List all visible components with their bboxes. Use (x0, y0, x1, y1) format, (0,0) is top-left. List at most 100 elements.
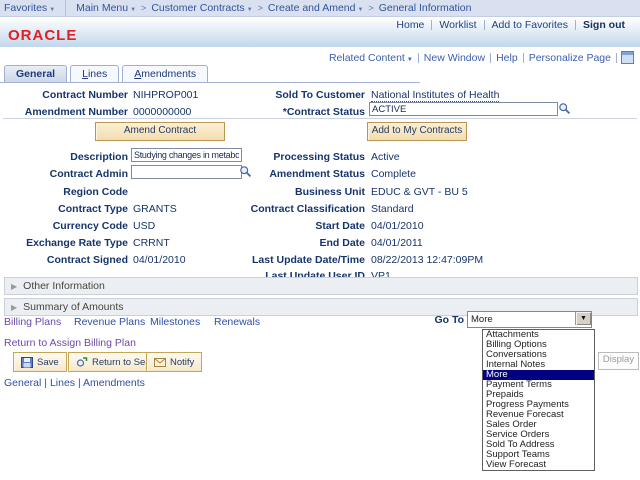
amendment-number-label: Amendment Number (0, 106, 128, 118)
contract-admin-input[interactable] (131, 165, 242, 179)
region-code-label: Region Code (0, 186, 128, 198)
tab-general[interactable]: General (4, 65, 67, 82)
breadcrumb-current-page: General Information (379, 2, 472, 14)
add-to-favorites-link[interactable]: Add to Favorites (492, 19, 568, 31)
display-button-disabled[interactable]: Display (598, 352, 639, 370)
tab-amendments[interactable]: Amendments (122, 65, 208, 82)
sold-to-customer-value[interactable]: National Institutes of Health (371, 89, 499, 102)
utility-links: Related Content▼ New Window Help Persona… (324, 51, 634, 64)
milestones-link[interactable]: Milestones (150, 316, 200, 328)
divider (575, 20, 576, 30)
sign-out-link[interactable]: Sign out (583, 19, 625, 31)
expand-arrow-icon: ▶ (11, 282, 17, 291)
goto-option[interactable]: Sales Order (483, 420, 594, 430)
dropdown-arrow-icon[interactable]: ▼ (575, 312, 591, 325)
goto-option[interactable]: View Forecast (483, 460, 594, 470)
save-button[interactable]: Save (13, 352, 67, 372)
add-to-my-contracts-button[interactable]: Add to My Contracts (367, 122, 467, 141)
divider (523, 53, 524, 63)
header-band: Home Worklist Add to Favorites Sign out … (0, 17, 640, 47)
divider (3, 118, 637, 119)
notify-button[interactable]: Notify (146, 352, 202, 372)
last-update-datetime-value: 08/22/2013 12:47:09PM (371, 254, 483, 266)
contract-admin-lookup-icon[interactable] (239, 165, 252, 178)
currency-code-value: USD (133, 220, 155, 232)
return-to-assign-billing-plan-link[interactable]: Return to Assign Billing Plan (4, 337, 136, 349)
goto-option[interactable]: Sold To Address (483, 440, 594, 450)
contract-signed-value: 04/01/2010 (133, 254, 186, 266)
exchange-rate-type-label: Exchange Rate Type (0, 237, 128, 249)
goto-option[interactable]: Conversations (483, 350, 594, 360)
description-input[interactable] (131, 148, 242, 162)
contract-status-lookup-icon[interactable] (558, 102, 571, 115)
revenue-plans-link[interactable]: Revenue Plans (74, 316, 145, 328)
contract-number-value: NIHPROP001 (133, 89, 198, 101)
divider (484, 20, 485, 30)
goto-option[interactable]: Billing Options (483, 340, 594, 350)
goto-selected-value: More (471, 314, 493, 325)
description-label: Description (0, 151, 128, 163)
end-date-label: End Date (190, 237, 365, 249)
contract-classification-label: Contract Classification (190, 203, 365, 215)
billing-plans-link[interactable]: Billing Plans (4, 316, 61, 328)
other-information-section[interactable]: ▶ Other Information (4, 277, 638, 295)
goto-select[interactable]: More ▼ (467, 311, 592, 328)
amendment-number-value: 0000000000 (133, 106, 191, 118)
tab-underline (0, 82, 420, 83)
end-date-value: 04/01/2011 (371, 237, 423, 249)
divider (431, 20, 432, 30)
personalize-page-link[interactable]: Personalize Page (529, 52, 611, 64)
new-window-link[interactable]: New Window (424, 52, 485, 64)
expand-arrow-icon: ▶ (11, 303, 17, 312)
breadcrumb-create-and-amend[interactable]: Create and Amend▼ (268, 2, 364, 14)
bottom-lines-link[interactable]: Lines (50, 377, 75, 389)
save-disk-icon (21, 357, 33, 368)
start-date-label: Start Date (190, 220, 365, 232)
processing-status-value: Active (371, 151, 400, 163)
renewals-link[interactable]: Renewals (214, 316, 260, 328)
amend-contract-button[interactable]: Amend Contract (95, 122, 225, 141)
divider (65, 0, 66, 16)
application-window: Favorites▼ Main Menu▼ > Customer Contrac… (0, 0, 640, 480)
contract-type-label: Contract Type (0, 203, 128, 215)
contract-status-input[interactable] (369, 102, 558, 116)
goto-option[interactable]: Payment Terms (483, 380, 594, 390)
tab-lines[interactable]: Lines (70, 65, 119, 82)
contract-admin-label: Contract Admin (0, 168, 128, 180)
breadcrumb-customer-contracts[interactable]: Customer Contracts▼ (151, 2, 252, 14)
breadcrumb-separator: > (141, 3, 146, 13)
business-unit-label: Business Unit (190, 186, 365, 198)
contract-type-value: GRANTS (133, 203, 177, 215)
chevron-down-icon: ▼ (407, 57, 413, 63)
bottom-general-link[interactable]: General (4, 377, 41, 389)
goto-option[interactable]: More (483, 370, 594, 380)
chevron-down-icon: ▼ (247, 7, 253, 13)
page-window-icon[interactable] (621, 51, 634, 64)
goto-option[interactable]: Support Teams (483, 450, 594, 460)
amendment-status-value: Complete (371, 168, 416, 180)
divider (490, 53, 491, 63)
goto-option[interactable]: Progress Payments (483, 400, 594, 410)
help-link[interactable]: Help (496, 52, 518, 64)
notify-envelope-icon (154, 357, 166, 368)
bottom-page-links: General | Lines | Amendments (4, 377, 145, 389)
related-content-menu[interactable]: Related Content▼ (329, 52, 413, 64)
chevron-down-icon: ▼ (357, 7, 363, 13)
favorites-menu[interactable]: Favorites▼ (4, 2, 55, 14)
goto-option[interactable]: Prepaids (483, 390, 594, 400)
goto-option[interactable]: Service Orders (483, 430, 594, 440)
goto-option[interactable]: Internal Notes (483, 360, 594, 370)
bottom-amendments-link[interactable]: Amendments (83, 377, 145, 389)
goto-option[interactable]: Revenue Forecast (483, 410, 594, 420)
currency-code-label: Currency Code (0, 220, 128, 232)
contract-signed-label: Contract Signed (0, 254, 128, 266)
home-link[interactable]: Home (396, 19, 424, 31)
main-menu[interactable]: Main Menu▼ (76, 2, 136, 14)
business-unit-value: EDUC & GVT - BU 5 (371, 186, 468, 198)
tab-strip: General Lines Amendments (4, 64, 211, 82)
exchange-rate-type-value: CRRNT (133, 237, 170, 249)
divider (418, 53, 419, 63)
worklist-link[interactable]: Worklist (439, 19, 476, 31)
sold-to-customer-label: Sold To Customer (190, 89, 365, 101)
goto-option[interactable]: Attachments (483, 330, 594, 340)
